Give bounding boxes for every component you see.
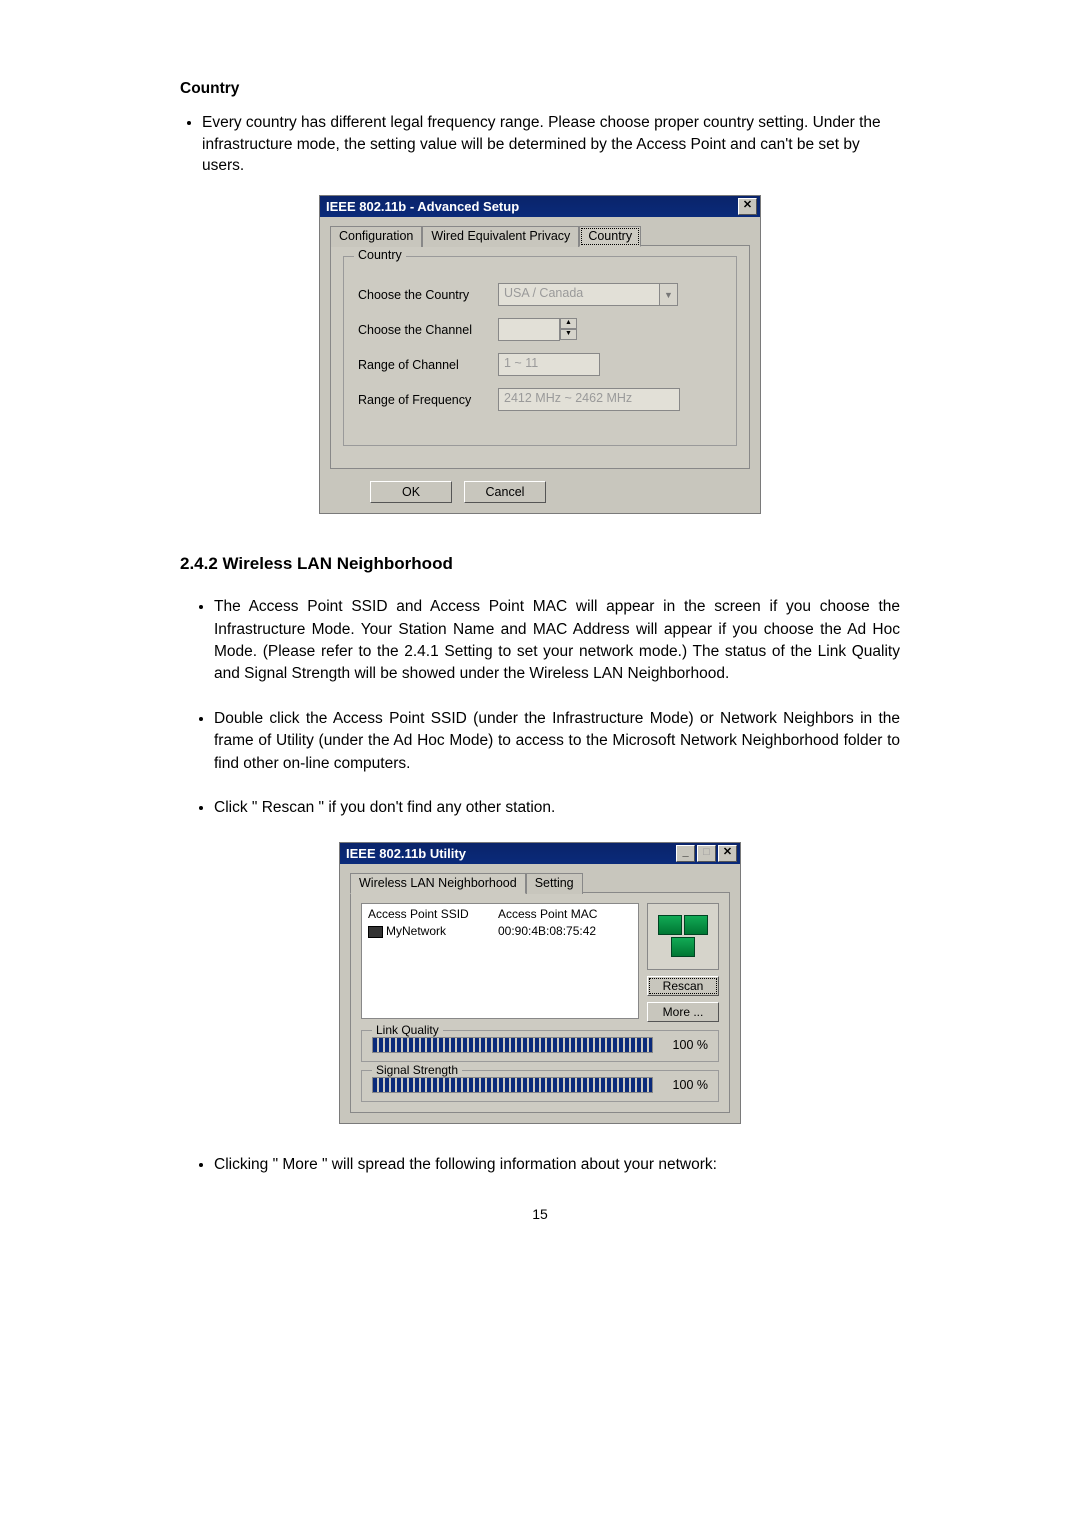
ok-button[interactable]: OK <box>370 481 452 503</box>
link-quality-group: Link Quality 100 % <box>361 1030 719 1062</box>
mac-value: 00:90:4B:08:75:42 <box>498 924 632 938</box>
channel-value[interactable] <box>498 318 560 341</box>
ssid-value: MyNetwork <box>386 924 446 938</box>
tab-country[interactable]: Country <box>579 226 641 247</box>
dialog-title: IEEE 802.11b Utility <box>346 846 466 861</box>
spinner-up-icon[interactable]: ▲ <box>560 318 577 329</box>
label-choose-country: Choose the Country <box>358 288 498 302</box>
computer-icon <box>658 915 682 935</box>
tab-pane-neighborhood: Access Point SSID Access Point MAC MyNet… <box>350 892 730 1113</box>
group-legend: Country <box>354 248 406 262</box>
computer-icon <box>671 937 695 957</box>
close-icon[interactable]: ✕ <box>738 198 757 215</box>
advanced-setup-dialog: IEEE 802.11b - Advanced Setup ✕ Configur… <box>319 195 761 514</box>
range-channel-value: 1 ~ 11 <box>498 353 600 376</box>
more-bullet-list: Clicking " More " will spread the follow… <box>180 1154 900 1176</box>
link-quality-label: Link Quality <box>372 1023 443 1037</box>
rescan-button[interactable]: Rescan <box>647 976 719 996</box>
computer-icon <box>684 915 708 935</box>
maximize-icon: □ <box>697 845 716 862</box>
chevron-down-icon[interactable]: ▼ <box>660 283 678 306</box>
list-item: Double click the Access Point SSID (unde… <box>214 708 900 775</box>
label-range-frequency: Range of Frequency <box>358 393 498 407</box>
heading-country: Country <box>180 80 900 98</box>
list-header: Access Point SSID Access Point MAC <box>368 907 632 921</box>
cancel-button[interactable]: Cancel <box>464 481 546 503</box>
country-value: USA / Canada <box>498 283 660 306</box>
country-combo[interactable]: USA / Canada ▼ <box>498 283 678 306</box>
label-range-channel: Range of Channel <box>358 358 498 372</box>
link-quality-value: 100 % <box>653 1038 708 1052</box>
minimize-icon[interactable]: _ <box>676 845 695 862</box>
network-illustration <box>647 903 719 970</box>
spinner-down-icon[interactable]: ▼ <box>560 329 577 340</box>
tab-neighborhood[interactable]: Wireless LAN Neighborhood <box>350 873 526 894</box>
dialog-button-row: OK Cancel <box>330 481 750 503</box>
channel-spinner[interactable]: ▲ ▼ <box>560 318 577 341</box>
field-range-channel: Range of Channel 1 ~ 11 <box>358 353 722 376</box>
col-ssid-header: Access Point SSID <box>368 907 498 921</box>
country-bullet-list: Every country has different legal freque… <box>180 112 900 177</box>
page-number: 15 <box>180 1206 900 1222</box>
country-bullet: Every country has different legal freque… <box>202 112 900 177</box>
range-frequency-value: 2412 MHz ~ 2462 MHz <box>498 388 680 411</box>
signal-strength-value: 100 % <box>653 1078 708 1092</box>
dialog-body: Wireless LAN Neighborhood Setting Access… <box>340 864 740 1123</box>
list-item[interactable]: MyNetwork 00:90:4B:08:75:42 <box>368 924 632 938</box>
tab-pane-country: Country Choose the Country USA / Canada … <box>330 245 750 469</box>
link-quality-bar <box>372 1037 653 1053</box>
field-choose-country: Choose the Country USA / Canada ▼ <box>358 283 722 306</box>
tab-strip: Configuration Wired Equivalent Privacy C… <box>330 225 750 246</box>
signal-strength-group: Signal Strength 100 % <box>361 1070 719 1102</box>
tab-configuration[interactable]: Configuration <box>330 226 422 247</box>
dialog-titlebar[interactable]: IEEE 802.11b - Advanced Setup ✕ <box>320 196 760 217</box>
neighborhood-bullets: The Access Point SSID and Access Point M… <box>180 596 900 820</box>
tab-strip: Wireless LAN Neighborhood Setting <box>350 872 730 893</box>
dialog-title: IEEE 802.11b - Advanced Setup <box>326 199 519 214</box>
access-point-list[interactable]: Access Point SSID Access Point MAC MyNet… <box>361 903 639 1019</box>
tab-setting[interactable]: Setting <box>526 873 583 894</box>
field-choose-channel: Choose the Channel ▲ ▼ <box>358 318 722 341</box>
list-item: The Access Point SSID and Access Point M… <box>214 596 900 686</box>
computer-icon <box>368 926 383 938</box>
label-choose-channel: Choose the Channel <box>358 323 498 337</box>
list-item: Clicking " More " will spread the follow… <box>214 1154 900 1176</box>
signal-strength-label: Signal Strength <box>372 1063 462 1077</box>
tab-wep[interactable]: Wired Equivalent Privacy <box>422 226 579 247</box>
signal-strength-bar <box>372 1077 653 1093</box>
dialog-titlebar[interactable]: IEEE 802.11b Utility _ □ ✕ <box>340 843 740 864</box>
document-page: Country Every country has different lega… <box>0 0 1080 1282</box>
more-button[interactable]: More ... <box>647 1002 719 1022</box>
dialog-body: Configuration Wired Equivalent Privacy C… <box>320 217 760 513</box>
close-icon[interactable]: ✕ <box>718 845 737 862</box>
utility-dialog: IEEE 802.11b Utility _ □ ✕ Wireless LAN … <box>339 842 741 1124</box>
col-mac-header: Access Point MAC <box>498 907 632 921</box>
section-heading: 2.4.2 Wireless LAN Neighborhood <box>180 554 900 574</box>
country-group: Country Choose the Country USA / Canada … <box>343 256 737 446</box>
list-item: Click " Rescan " if you don't find any o… <box>214 797 900 819</box>
field-range-frequency: Range of Frequency 2412 MHz ~ 2462 MHz <box>358 388 722 411</box>
